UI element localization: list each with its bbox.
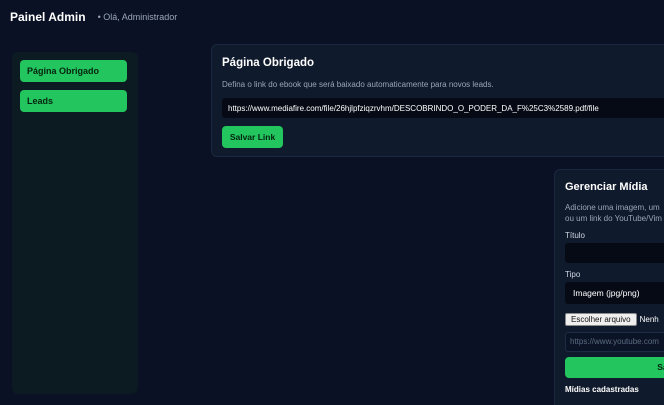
top-bar: Painel Admin • Olá, Administrador bbox=[0, 0, 664, 34]
title-field-label: Título bbox=[565, 231, 586, 240]
choose-file-button[interactable]: Escolher arquivo bbox=[565, 313, 637, 326]
save-link-button[interactable]: Salvar Link bbox=[222, 126, 283, 148]
ebook-link-input[interactable] bbox=[222, 98, 664, 118]
media-list-title: Mídias cadastradas bbox=[565, 385, 639, 394]
thankyou-card-title: Página Obrigado bbox=[222, 57, 315, 69]
app-title: Painel Admin bbox=[10, 10, 86, 24]
file-picker: Escolher arquivo Nenh bbox=[565, 313, 663, 326]
sidebar: Página Obrigado Leads bbox=[12, 52, 138, 394]
sidebar-item-leads[interactable]: Leads bbox=[20, 90, 127, 112]
thankyou-card-description: Defina o link do ebook que será baixado … bbox=[222, 80, 494, 89]
user-greeting: • Olá, Administrador bbox=[97, 12, 178, 22]
thankyou-page-card: Página Obrigado Defina o link do ebook q… bbox=[211, 44, 664, 157]
media-card-title: Gerenciar Mídia bbox=[565, 181, 648, 193]
media-manager-card: Gerenciar Mídia Adicione uma imagem, um … bbox=[554, 169, 664, 405]
type-field-label: Tipo bbox=[565, 270, 581, 279]
sidebar-item-pagina-obrigado[interactable]: Página Obrigado bbox=[20, 60, 127, 82]
media-card-description-1: Adicione uma imagem, um bbox=[565, 203, 660, 212]
title-input[interactable] bbox=[565, 243, 664, 263]
type-select[interactable]: Imagem (jpg/png) bbox=[565, 282, 664, 304]
save-media-button[interactable]: Sal bbox=[565, 357, 664, 378]
video-url-input[interactable]: https://www.youtube.com bbox=[565, 332, 664, 352]
file-none-label: Nenh bbox=[639, 315, 659, 324]
media-card-description-2: ou um link do YouTube/Vim bbox=[565, 214, 662, 223]
